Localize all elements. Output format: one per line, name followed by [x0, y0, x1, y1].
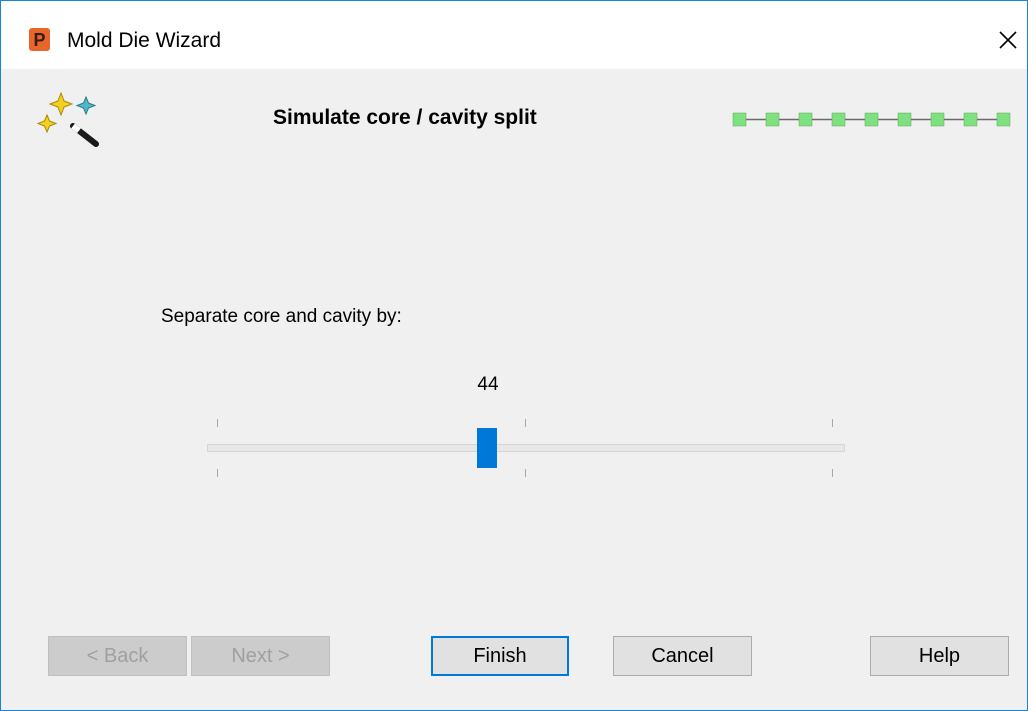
- progress-step: [798, 112, 813, 127]
- slider-tick-top-middle: [525, 419, 526, 427]
- next-button[interactable]: Next >: [191, 636, 330, 676]
- finish-button[interactable]: Finish: [431, 636, 569, 676]
- slider-tick-bottom-middle: [525, 469, 526, 477]
- mold-die-wizard-dialog: P Mold Die Wizard Simulate core / cavity…: [0, 0, 1028, 711]
- slider-thumb[interactable]: [477, 428, 497, 468]
- slider-track[interactable]: [207, 444, 845, 452]
- progress-step: [930, 112, 945, 127]
- progress-step: [732, 112, 747, 127]
- slider-tick-top-end: [832, 419, 833, 427]
- slider-tick-bottom-start: [217, 469, 218, 477]
- progress-step: [831, 112, 846, 127]
- progress-step: [996, 112, 1011, 127]
- wizard-step-title: Simulate core / cavity split: [273, 106, 537, 129]
- progress-step: [963, 112, 978, 127]
- cancel-button[interactable]: Cancel: [613, 636, 752, 676]
- slider-value-readout: 44: [477, 374, 499, 395]
- title-bar: P Mold Die Wizard: [1, 1, 1027, 69]
- progress-step: [765, 112, 780, 127]
- progress-step: [864, 112, 879, 127]
- help-button[interactable]: Help: [870, 636, 1009, 676]
- svg-text:P: P: [33, 30, 45, 50]
- core-cavity-slider[interactable]: [207, 413, 845, 483]
- close-icon[interactable]: [993, 23, 1023, 57]
- slider-label: Separate core and cavity by:: [161, 306, 402, 327]
- wizard-progress-indicator: [732, 112, 1011, 127]
- magic-wand-sparkles-icon: [37, 91, 99, 147]
- progress-step: [897, 112, 912, 127]
- slider-tick-bottom-end: [832, 469, 833, 477]
- window-title: Mold Die Wizard: [67, 29, 222, 52]
- back-button[interactable]: < Back: [48, 636, 187, 676]
- slider-tick-top-start: [217, 419, 218, 427]
- powermill-app-icon: P: [29, 28, 50, 51]
